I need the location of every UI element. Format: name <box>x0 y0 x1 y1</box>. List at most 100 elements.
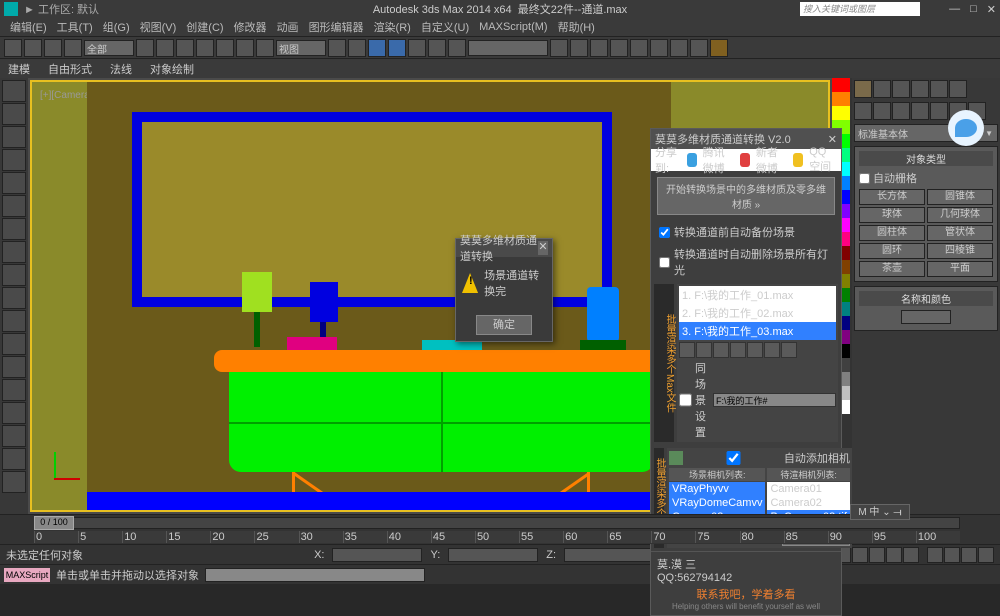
tool-icon[interactable] <box>2 379 26 401</box>
render-frame-icon[interactable] <box>690 39 708 57</box>
percent-snap-icon[interactable] <box>408 39 426 57</box>
prim-geosphere-button[interactable]: 几何球体 <box>927 207 993 223</box>
ime-indicator[interactable]: M 中 ⌄ ⟞ <box>850 504 910 520</box>
prim-teapot-button[interactable]: 茶壶 <box>859 261 925 277</box>
sina-weibo-icon[interactable] <box>740 153 750 167</box>
help-search-input[interactable]: 搜入关键词或图层 <box>800 2 920 16</box>
tool-icon[interactable] <box>2 333 26 355</box>
prim-tube-button[interactable]: 管状体 <box>927 225 993 241</box>
orbit-icon[interactable] <box>961 547 977 563</box>
snap-icon[interactable] <box>368 39 386 57</box>
material-editor-icon[interactable] <box>650 39 668 57</box>
max-file-list[interactable]: 1. F:\我的工作_01.max 2. F:\我的工作_02.max 3. F… <box>679 286 836 340</box>
move-icon[interactable] <box>216 39 234 57</box>
select-name-icon[interactable] <box>156 39 174 57</box>
mirror-icon[interactable] <box>550 39 568 57</box>
prim-box-button[interactable]: 长方体 <box>859 189 925 205</box>
tool-icon[interactable] <box>2 195 26 217</box>
modify-tab-icon[interactable] <box>873 80 891 98</box>
coord-z-input[interactable] <box>564 548 654 562</box>
backup-checkbox[interactable] <box>659 227 670 238</box>
refresh-icon[interactable] <box>747 342 763 358</box>
object-color-swatch[interactable] <box>901 310 951 324</box>
menu-modifiers[interactable]: 修改器 <box>230 19 271 35</box>
menu-animation[interactable]: 动画 <box>273 19 303 35</box>
rollup-header[interactable]: 对象类型 <box>859 151 993 166</box>
time-slider-track[interactable] <box>34 517 960 529</box>
clear-icon[interactable] <box>764 342 780 358</box>
next-frame-icon[interactable] <box>886 547 902 563</box>
manip-icon[interactable] <box>348 39 366 57</box>
prim-cone-button[interactable]: 圆锥体 <box>927 189 993 205</box>
select-region-icon[interactable] <box>176 39 194 57</box>
tab-selection[interactable]: 法线 <box>110 61 132 77</box>
schematic-icon[interactable] <box>630 39 648 57</box>
goto-end-icon[interactable] <box>903 547 919 563</box>
autogrid-checkbox[interactable] <box>859 173 870 184</box>
ok-button[interactable]: 确定 <box>476 315 532 335</box>
tool-icon[interactable] <box>2 402 26 424</box>
time-slider-thumb[interactable]: 0 / 100 <box>34 516 74 530</box>
create-tab-icon[interactable] <box>854 80 872 98</box>
window-crossing-icon[interactable] <box>196 39 214 57</box>
rollup-header[interactable]: 名称和颜色 <box>859 291 993 306</box>
tool-icon[interactable] <box>2 448 26 470</box>
menu-create[interactable]: 创建(C) <box>182 19 227 35</box>
render-icon[interactable] <box>710 39 728 57</box>
menu-render[interactable]: 渲染(R) <box>370 19 415 35</box>
tool-icon[interactable] <box>2 425 26 447</box>
named-sel-dropdown[interactable] <box>468 40 548 56</box>
display-tab-icon[interactable] <box>930 80 948 98</box>
up-icon[interactable] <box>713 342 729 358</box>
tool-icon[interactable] <box>2 126 26 148</box>
utilities-tab-icon[interactable] <box>949 80 967 98</box>
autocam-checkbox[interactable] <box>686 451 781 465</box>
prim-plane-button[interactable]: 平面 <box>927 261 993 277</box>
rotate-icon[interactable] <box>236 39 254 57</box>
menu-maxscript[interactable]: MAXScript(M) <box>475 21 551 33</box>
swatch[interactable] <box>832 106 850 120</box>
maximize-viewport-icon[interactable] <box>978 547 994 563</box>
maximize-button[interactable]: □ <box>970 3 977 16</box>
pivot-icon[interactable] <box>328 39 346 57</box>
add-cam-icon[interactable] <box>669 451 683 465</box>
tool-icon[interactable] <box>2 80 26 102</box>
tab-freeform[interactable]: 自由形式 <box>48 61 92 77</box>
menu-tools[interactable]: 工具(T) <box>53 19 97 35</box>
helpers-icon[interactable] <box>930 102 948 120</box>
undo-icon[interactable] <box>4 39 22 57</box>
tool-icon[interactable] <box>2 310 26 332</box>
prim-torus-button[interactable]: 圆环 <box>859 243 925 259</box>
maxscript-input[interactable] <box>205 568 425 582</box>
tool-icon[interactable] <box>2 471 26 493</box>
render-setup-icon[interactable] <box>670 39 688 57</box>
tool-icon[interactable] <box>2 218 26 240</box>
output-path-input[interactable] <box>713 393 836 407</box>
prim-pyramid-button[interactable]: 四棱锥 <box>927 243 993 259</box>
remove-file-icon[interactable] <box>696 342 712 358</box>
unlink-icon[interactable] <box>64 39 82 57</box>
hierarchy-tab-icon[interactable] <box>892 80 910 98</box>
menu-graph[interactable]: 图形编辑器 <box>305 19 368 35</box>
layers-icon[interactable] <box>590 39 608 57</box>
select-icon[interactable] <box>136 39 154 57</box>
swatch[interactable] <box>832 78 850 92</box>
spinner-snap-icon[interactable] <box>428 39 446 57</box>
menu-edit[interactable]: 编辑(E) <box>6 19 51 35</box>
panel-close-icon[interactable]: ✕ <box>828 133 837 146</box>
prim-cylinder-button[interactable]: 圆柱体 <box>859 225 925 241</box>
close-button[interactable]: ✕ <box>987 3 996 16</box>
lights-icon[interactable] <box>892 102 910 120</box>
align-icon[interactable] <box>570 39 588 57</box>
tab-objectpaint[interactable]: 对象绘制 <box>150 61 194 77</box>
coord-x-input[interactable] <box>332 548 422 562</box>
tool-icon[interactable] <box>2 241 26 263</box>
motion-tab-icon[interactable] <box>911 80 929 98</box>
same-scene-checkbox[interactable] <box>679 393 692 407</box>
pan-icon[interactable] <box>927 547 943 563</box>
cameras-icon[interactable] <box>911 102 929 120</box>
tool-icon[interactable] <box>2 103 26 125</box>
tool-icon[interactable] <box>2 149 26 171</box>
link-icon[interactable] <box>44 39 62 57</box>
zoom-icon[interactable] <box>944 547 960 563</box>
